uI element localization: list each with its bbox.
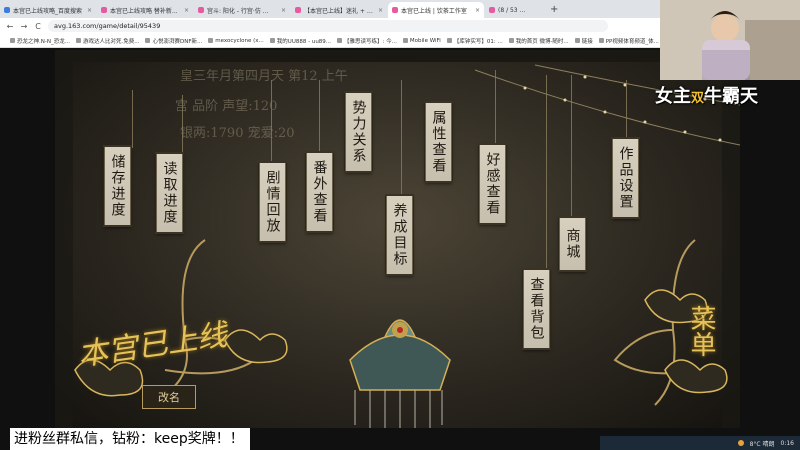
- attributes-view-button[interactable]: 属性查看: [424, 101, 453, 183]
- bookmark-label: 【雅思读写练】: 今...: [344, 38, 397, 45]
- browser-tab-active[interactable]: 本宫已上线 | 饮茶工作室 ×: [388, 2, 484, 18]
- close-icon[interactable]: ×: [184, 7, 189, 14]
- bookmark-icon: [10, 38, 15, 43]
- bookmark-label: 恐龙之神.N-N_恐龙...: [17, 38, 70, 45]
- bookmark-icon: [337, 38, 343, 43]
- system-taskbar: 8°C 晴朗 0:16: [600, 436, 800, 450]
- bookmark-item[interactable]: 心悦澎湃赛DNF新...: [145, 37, 202, 45]
- baidu-favicon-icon: [4, 7, 10, 13]
- back-button[interactable]: ←: [6, 22, 14, 31]
- save-progress-button[interactable]: 储存进度: [103, 145, 132, 227]
- phoenix-crown: [349, 319, 451, 428]
- rope: [571, 75, 572, 218]
- close-icon[interactable]: ×: [87, 7, 92, 14]
- bookmark-item[interactable]: 【库钟实写】01: ...: [446, 37, 503, 45]
- browser-tab[interactable]: 本宫已上线攻略 替补新... ×: [97, 2, 193, 18]
- bookmark-icon: [446, 38, 452, 43]
- streamer-avatar: [660, 0, 800, 80]
- rope: [626, 80, 627, 138]
- close-icon[interactable]: ×: [378, 7, 383, 14]
- rename-button[interactable]: 改名: [142, 385, 196, 409]
- bookmark-item[interactable]: Mobile WiFi: [402, 37, 441, 44]
- url-field[interactable]: avg.163.com/game/detail/95439: [48, 20, 608, 32]
- close-icon[interactable]: ×: [475, 7, 480, 14]
- bookmark-item[interactable]: 链接: [574, 37, 593, 45]
- affection-view-button[interactable]: 好感查看: [478, 143, 507, 225]
- clock[interactable]: 0:16: [781, 440, 794, 447]
- weather-text: 8°C 晴朗: [749, 440, 775, 448]
- new-tab-button[interactable]: +: [546, 2, 562, 18]
- menu-calligraphy: 菜单: [686, 305, 716, 357]
- browser-tab[interactable]: 宫斗: 阳化 - 行宫·仿 ... ×: [194, 2, 290, 18]
- streamer-label: 女主双牛霸天: [655, 82, 800, 108]
- tab-title: 本宫已上线 | 饮茶工作室: [401, 7, 467, 15]
- bookmark-item[interactable]: 【雅思读写练】: 今...: [337, 37, 397, 45]
- bookmark-item[interactable]: mexocyclone (x...: [208, 38, 264, 44]
- cloud-left-2: [224, 329, 288, 364]
- browser-tab[interactable]: 【本宫已上线】迷礼 + 弹... ×: [291, 2, 387, 18]
- bookmark-item[interactable]: 恐龙之神.N-N_恐龙...: [10, 37, 70, 45]
- forward-button[interactable]: →: [20, 22, 28, 31]
- bookmark-label: mexocyclone (x...: [215, 37, 264, 44]
- game-settings-button[interactable]: 作品设置: [611, 137, 640, 219]
- faction-relations-button[interactable]: 势力关系: [344, 91, 373, 173]
- tab-title: 本宫已上线攻略 替补新...: [110, 7, 178, 15]
- bookmark-item[interactable]: 游戏达人比对死.免费...: [75, 37, 140, 45]
- cloud-right-2: [664, 359, 728, 394]
- bookmark-label: Mobile WiFi: [409, 37, 441, 44]
- bookmark-icon: [508, 38, 514, 43]
- streamer-label-pre: 女主: [655, 86, 691, 107]
- game-canvas: 皇三年月第四月天 第12 上午 宫 品阶 声望:120 银两:1790 宠爱:2…: [55, 50, 740, 428]
- bookmark-label: 心悦澎湃赛DNF新...: [152, 38, 203, 45]
- site-favicon-icon: [392, 7, 398, 13]
- tab-title: 本宫已上线攻略_百度搜索: [13, 7, 83, 15]
- bookmark-label: 我的UU888 - uu89...: [276, 38, 332, 45]
- bookmark-icon: [75, 38, 81, 43]
- bookmark-item[interactable]: 我的首页 微博-随时...: [508, 37, 569, 45]
- streamer-label-accent: 双: [691, 91, 705, 106]
- browser-tab-bar: 本宫已上线攻略_百度搜索 × 本宫已上线攻略 替补新... × 宫斗: 阳化 -…: [0, 0, 660, 18]
- address-bar: ← → C avg.163.com/game/detail/95439: [0, 18, 660, 34]
- browser-tab[interactable]: 本宫已上线攻略_百度搜索 ×: [0, 2, 96, 18]
- rope: [132, 90, 133, 148]
- bookmark-label: 我的首页 微博-随时...: [515, 38, 569, 45]
- bookmark-icon: [269, 38, 275, 43]
- tab-title: 宫斗: 阳化 - 行宫·仿 ...: [207, 7, 269, 15]
- bookmark-icon: [145, 38, 151, 43]
- webcam-feed: [660, 0, 800, 80]
- rope: [319, 80, 320, 153]
- site-favicon-icon: [295, 7, 301, 13]
- bookmark-label: 【库钟实写】01: ...: [453, 38, 503, 45]
- bookmark-icon: [574, 38, 580, 43]
- reload-button[interactable]: C: [34, 22, 42, 31]
- rope: [495, 70, 496, 145]
- site-favicon-icon: [489, 7, 495, 13]
- bookmark-label: PP视频体育频道_体...: [605, 38, 659, 45]
- tab-title: (8 / 53 ...: [498, 6, 526, 14]
- bookmark-item[interactable]: 我的UU888 - uu89...: [269, 37, 332, 45]
- bookmark-icon: [598, 38, 604, 43]
- bookmark-label: 链接: [581, 38, 593, 45]
- bookmarks-bar: 恐龙之神.N-N_恐龙... 游戏达人比对死.免费... 心悦澎湃赛DNF新..…: [0, 34, 660, 48]
- bookmark-label: 游戏达人比对死.免费...: [82, 38, 140, 45]
- rope: [182, 95, 183, 155]
- bookmark-icon: [402, 38, 408, 43]
- bookmark-item[interactable]: PP视频体育频道_体...: [598, 37, 659, 45]
- site-favicon-icon: [101, 7, 107, 13]
- rope: [401, 80, 402, 196]
- bookmark-icon: [208, 38, 214, 43]
- browser-tab[interactable]: (8 / 53 ...: [485, 2, 545, 18]
- streamer-label-post: 牛霸天: [704, 86, 759, 107]
- close-icon[interactable]: ×: [281, 7, 286, 14]
- stream-caption: 进粉丝群私信，钻粉：keep奖牌！！: [10, 428, 250, 450]
- weather-icon: [737, 440, 744, 446]
- rope: [271, 80, 272, 164]
- tab-title: 【本宫已上线】迷礼 + 弹...: [304, 7, 375, 15]
- site-favicon-icon: [198, 7, 204, 13]
